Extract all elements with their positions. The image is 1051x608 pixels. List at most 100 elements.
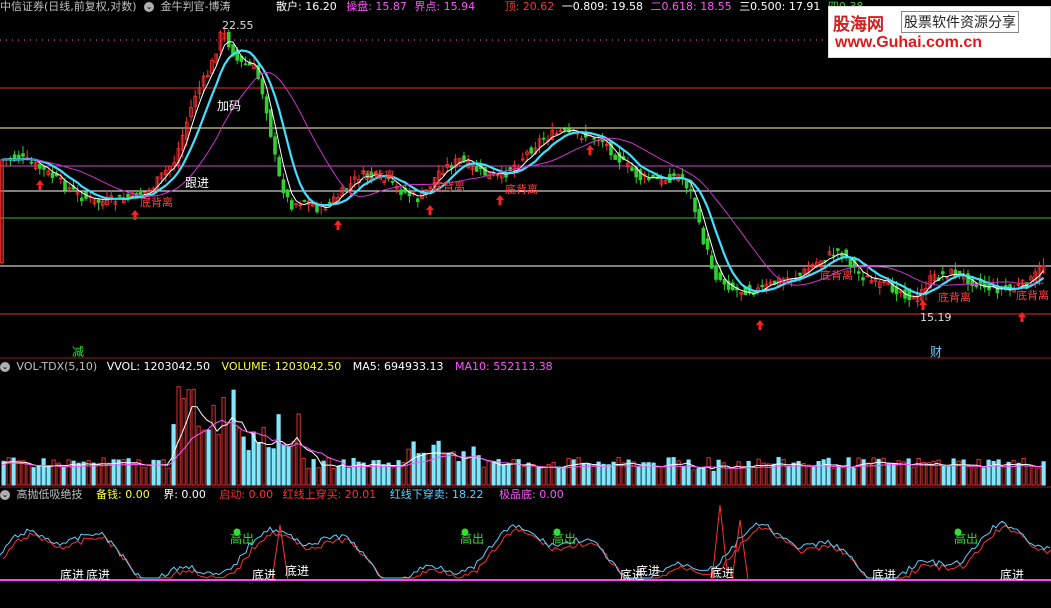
dijin-label-1: 底进 — [60, 568, 85, 582]
volume-bar — [456, 461, 461, 486]
candle-body — [462, 155, 466, 162]
volume-bar — [586, 463, 591, 486]
volume-bar — [906, 458, 911, 486]
candle-body — [63, 180, 67, 191]
volume-bar — [996, 459, 1001, 486]
volume-bar — [661, 466, 666, 486]
jian-label: 减 — [72, 345, 85, 359]
ind-header: ⌄ 高抛低吸绝技 备钱: 0.00 界: 0.00 启动: 0.00 红线上穿买… — [0, 489, 564, 501]
candle-body — [327, 201, 332, 204]
candle-body — [647, 178, 651, 181]
volume-bar — [726, 467, 731, 486]
volume-bar — [716, 459, 721, 486]
volume-bar — [211, 404, 216, 486]
volume-bar — [601, 463, 606, 486]
volume-bar — [616, 457, 621, 486]
volume-bar — [476, 455, 481, 486]
dijin-label-3: 底进 — [252, 568, 277, 582]
volume-bar — [316, 467, 321, 486]
candle-body — [630, 167, 634, 171]
volume-bar — [986, 459, 991, 486]
candle-body — [268, 109, 273, 137]
ma-slow-line — [1, 71, 1044, 286]
candle-body — [399, 189, 403, 195]
volume-bar — [346, 467, 351, 486]
dijin-label-2: 底进 — [86, 568, 111, 582]
volume-bar — [131, 462, 136, 486]
volume-bar — [451, 451, 456, 486]
volume-bar — [506, 463, 511, 486]
volume-bar — [1006, 461, 1011, 486]
candle-body — [701, 227, 706, 245]
volume-bar — [146, 464, 151, 486]
volume-bar — [961, 459, 966, 486]
volume-bar — [31, 467, 36, 486]
volume-bar — [156, 460, 161, 486]
low-price-label: 15.19 — [920, 311, 952, 324]
indicator-name[interactable]: 金牛判官-博涛 — [161, 0, 231, 13]
volume-bar — [21, 460, 26, 486]
buy-arrow-icon — [919, 300, 927, 310]
moving-averages — [1, 41, 1045, 298]
candle-body — [29, 161, 34, 164]
ind-name[interactable]: 高抛低吸绝技 — [17, 488, 83, 501]
volume-bar — [1036, 467, 1041, 486]
volume-bar — [421, 452, 426, 486]
logo-slogan: 股票软件资源分享 — [901, 11, 1019, 33]
candle-body — [693, 197, 697, 213]
volume-bar — [36, 465, 41, 486]
ma-mid-line — [1, 49, 1045, 296]
candle-body — [718, 272, 722, 280]
ind-toggle-icon[interactable]: ⌄ — [0, 490, 10, 500]
volume-bar — [731, 466, 736, 486]
indicator-toggle-icon[interactable]: ⌄ — [144, 2, 155, 12]
volume-bar — [536, 467, 541, 486]
buy-arrow-icon — [334, 220, 342, 230]
volume-bar — [201, 429, 206, 486]
buy-arrow-icon — [36, 180, 44, 190]
ind-beiqian: 备钱: 0.00 — [96, 488, 150, 501]
volume-bar — [801, 463, 806, 486]
main-header: 中信证券(日线,前复权,对数) ⌄ 金牛判官-博涛 — [0, 1, 231, 13]
vol-volume: VOLUME: 1203042.50 — [221, 360, 342, 373]
stock-chart-canvas[interactable] — [0, 0, 1051, 608]
candle-body — [264, 96, 269, 114]
candle-body — [50, 172, 55, 179]
volume-bar — [1031, 466, 1036, 486]
volume-bar — [311, 459, 316, 486]
volume-bar — [521, 466, 526, 486]
candle-body — [285, 189, 290, 198]
dibeili-label-6: 底背离 — [938, 291, 971, 304]
volume-bar — [666, 457, 671, 486]
volume-bar — [226, 422, 231, 486]
volume-bar — [851, 467, 856, 486]
volume-bar — [221, 397, 226, 486]
candle-body — [592, 137, 596, 140]
vol-ma10: MA10: 552113.38 — [454, 360, 553, 373]
volume-bar — [281, 444, 286, 486]
volume-bar — [591, 464, 596, 486]
volume-bar — [41, 458, 46, 486]
volume-bar — [466, 456, 471, 486]
volume-bar — [26, 462, 31, 486]
volume-bar — [491, 461, 496, 486]
ind-blue-cross: 红线下穿卖: 18.22 — [389, 488, 484, 501]
ind-jie: 界: 0.00 — [163, 488, 206, 501]
volume-bar — [446, 453, 451, 486]
volume-bar — [106, 462, 111, 486]
vol-name[interactable]: VOL-TDX(5,10) — [17, 360, 98, 373]
vol-toggle-icon[interactable]: ⌄ — [0, 362, 10, 372]
volume-bar — [836, 465, 841, 486]
volume-bar — [396, 460, 401, 486]
ind-jipindi: 极品底: 0.00 — [499, 488, 564, 501]
candle-body — [226, 31, 231, 48]
volume-bar — [656, 466, 661, 486]
volume-bar — [706, 457, 711, 486]
volume-bar — [841, 467, 846, 486]
volume-bar — [46, 466, 51, 486]
value-san: 三0.500: 17.91 — [739, 0, 821, 13]
dibeili-label-3: 底背离 — [432, 180, 465, 193]
candle-body — [563, 128, 567, 131]
volume-bar — [416, 453, 421, 486]
volume-bar — [276, 414, 281, 486]
